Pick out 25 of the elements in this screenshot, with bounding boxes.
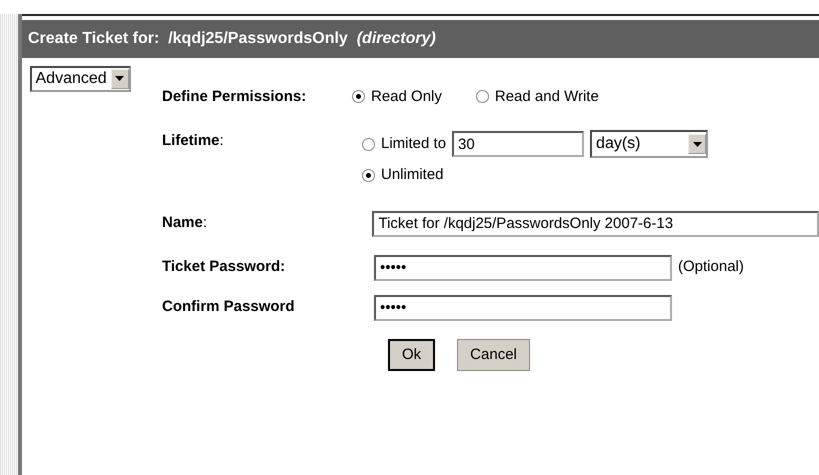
- optional-note: (Optional): [678, 257, 744, 278]
- amount-field[interactable]: 30: [452, 131, 584, 157]
- field-label: Confirm Password: [162, 297, 296, 318]
- confirm-password-field[interactable]: •••••: [374, 294, 672, 320]
- caret-icon: [692, 142, 702, 146]
- radio-button[interactable]: [362, 168, 375, 182]
- unit-dropdown[interactable]: day(s): [590, 130, 708, 158]
- mode-dropdown[interactable]: Advanced: [30, 66, 131, 92]
- caret-icon: [115, 76, 124, 81]
- panel-title: Create Ticket for: /kqdj25/PasswordsOnly (directory): [22, 20, 819, 58]
- radio-button[interactable]: [362, 138, 375, 150]
- radio-button[interactable]: [352, 90, 365, 104]
- dialog-button[interactable]: Ok: [388, 338, 436, 371]
- field-label: Define Permissions:: [162, 86, 308, 106]
- field-label: Ticket Password:: [162, 257, 286, 278]
- radio-button[interactable]: [476, 90, 489, 104]
- radio-option[interactable]: Limited to: [362, 132, 446, 156]
- password-field[interactable]: •••••: [374, 254, 672, 280]
- field-label: Name:: [162, 213, 208, 234]
- name-field[interactable]: Ticket for /kqdj25/PasswordsOnly 2007-6-13: [372, 210, 819, 236]
- dialog-button[interactable]: Cancel: [457, 338, 530, 371]
- radio-option[interactable]: Unlimited: [362, 164, 444, 186]
- radio-option[interactable]: Read and Write: [476, 86, 599, 108]
- radio-option[interactable]: Read Only: [352, 86, 442, 108]
- field-label: Lifetime:: [162, 131, 225, 151]
